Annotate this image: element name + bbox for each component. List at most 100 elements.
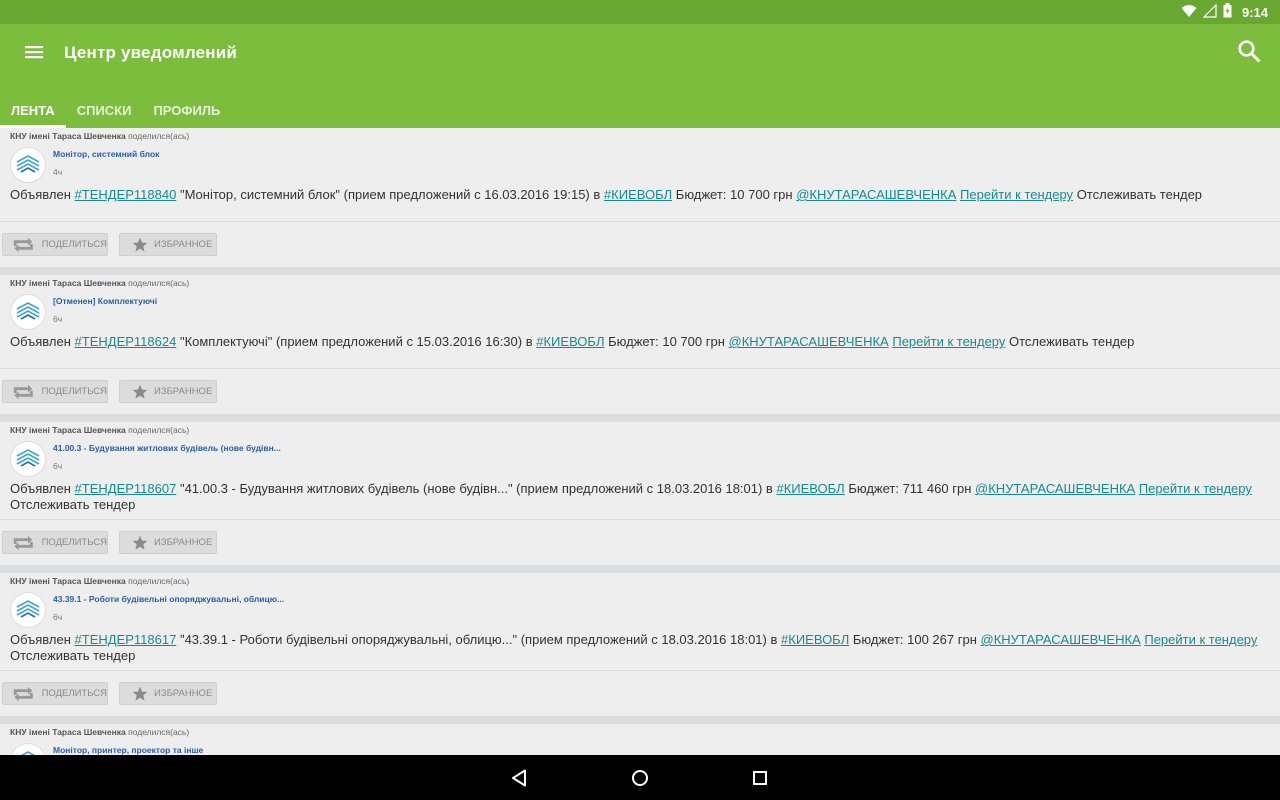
post-actions: ПОДЕЛИТЬСЯ ИЗБРАННОЕ: [0, 368, 1280, 414]
organization-link[interactable]: @КНУТАРАСАШЕВЧЕНКА: [796, 187, 956, 202]
repost-icon: [13, 535, 33, 550]
post-title[interactable]: 43.39.1 - Роботи будівельні опоряджуваль…: [53, 594, 284, 604]
shared-line: КНУ імені Тараса Шевченка поделился(ась): [10, 277, 1270, 290]
post-author[interactable]: КНУ імені Тараса Шевченка: [10, 131, 126, 141]
system-navigation-bar: [0, 755, 1280, 800]
post-title[interactable]: Монітор, системний блок: [53, 149, 159, 159]
avatar[interactable]: [10, 294, 46, 330]
search-button[interactable]: [1234, 38, 1264, 68]
post-time: 6ч: [53, 612, 63, 622]
avatar[interactable]: [10, 592, 46, 628]
share-button[interactable]: ПОДЕЛИТЬСЯ: [2, 380, 108, 403]
post-author[interactable]: КНУ імені Тараса Шевченка: [10, 576, 126, 586]
share-button[interactable]: ПОДЕЛИТЬСЯ: [2, 682, 108, 705]
region-hashtag-link[interactable]: #КИЕВОБЛ: [776, 481, 844, 496]
organization-link[interactable]: @КНУТАРАСАШЕВЧЕНКА: [981, 632, 1141, 647]
post-header: КНУ імені Тараса Шевченка поделился(ась)…: [0, 573, 1280, 628]
post-author[interactable]: КНУ імені Тараса Шевченка: [10, 425, 126, 435]
budget-text: Бюджет: 10 700 грн: [608, 334, 725, 349]
go-to-tender-link[interactable]: Перейти к тендеру: [1139, 481, 1252, 496]
share-button[interactable]: ПОДЕЛИТЬСЯ: [2, 531, 108, 554]
track-tender-text[interactable]: Отслеживать тендер: [1009, 334, 1134, 349]
announce-prefix: Объявлен: [10, 187, 71, 202]
avatar[interactable]: [10, 441, 46, 477]
share-button[interactable]: ПОДЕЛИТЬСЯ: [2, 233, 108, 256]
tender-description: "Комплектуючі" (прием предложений с 15.0…: [179, 334, 533, 349]
go-to-tender-link[interactable]: Перейти к тендеру: [960, 187, 1073, 202]
repost-icon: [13, 384, 33, 399]
search-icon: [1237, 39, 1261, 67]
home-circle-icon: [632, 770, 648, 786]
organization-link[interactable]: @КНУТАРАСАШЕВЧЕНКА: [975, 481, 1135, 496]
post-header: КНУ імені Тараса Шевченка поделился(ась)…: [0, 275, 1280, 330]
notification-feed[interactable]: КНУ імені Тараса Шевченка поделился(ась)…: [0, 128, 1280, 755]
budget-text: Бюджет: 711 460 грн: [848, 481, 972, 496]
region-hashtag-link[interactable]: #КИЕВОБЛ: [781, 632, 849, 647]
favorite-label: ИЗБРАННОЕ: [154, 537, 213, 548]
budget-text: Бюджет: 100 267 грн: [852, 632, 977, 647]
post-body: Объявлен #ТЕНДЕР118624 "Комплектуючі" (п…: [0, 330, 1280, 362]
track-tender-text[interactable]: Отслеживать тендер: [10, 497, 135, 512]
tab-feed[interactable]: ЛЕНТА: [0, 92, 66, 128]
favorite-label: ИЗБРАННОЕ: [154, 386, 213, 397]
status-time: 9:14: [1241, 4, 1268, 20]
track-tender-text[interactable]: Отслеживать тендер: [1077, 187, 1202, 202]
favorite-label: ИЗБРАННОЕ: [154, 239, 213, 250]
tender-hashtag-link[interactable]: #ТЕНДЕР118840: [75, 187, 177, 202]
avatar[interactable]: [10, 147, 46, 183]
post-title[interactable]: Монітор, принтер, проектор та інше: [53, 745, 203, 755]
tab-bar: ЛЕНТА СПИСКИ ПРОФИЛЬ: [0, 92, 231, 128]
post-actions: ПОДЕЛИТЬСЯ ИЗБРАННОЕ: [0, 519, 1280, 565]
shared-label: поделился(ась): [128, 278, 190, 288]
share-label: ПОДЕЛИТЬСЯ: [41, 537, 107, 548]
organization-link[interactable]: @КНУТАРАСАШЕВЧЕНКА: [729, 334, 889, 349]
track-tender-text[interactable]: Отслеживать тендер: [10, 648, 135, 663]
region-hashtag-link[interactable]: #КИЕВОБЛ: [536, 334, 604, 349]
post-author[interactable]: КНУ імені Тараса Шевченка: [10, 278, 126, 288]
recents-square-icon: [753, 771, 767, 785]
post-author[interactable]: КНУ імені Тараса Шевченка: [10, 727, 126, 737]
tender-description: "41.00.3 - Будування житлових будівель (…: [179, 481, 773, 496]
post-title[interactable]: [Отменен] Комплектуючі: [53, 296, 157, 306]
go-to-tender-link[interactable]: Перейти к тендеру: [892, 334, 1005, 349]
battery-icon: [1223, 3, 1232, 21]
favorite-label: ИЗБРАННОЕ: [154, 688, 213, 699]
tender-hashtag-link[interactable]: #ТЕНДЕР118607: [75, 481, 177, 496]
tender-hashtag-link[interactable]: #ТЕНДЕР118617: [75, 632, 177, 647]
go-to-tender-link[interactable]: Перейти к тендеру: [1144, 632, 1257, 647]
region-hashtag-link[interactable]: #КИЕВОБЛ: [604, 187, 672, 202]
favorite-button[interactable]: ИЗБРАННОЕ: [119, 233, 217, 256]
author-row: [Отменен] Комплектуючі 6ч: [10, 290, 1270, 330]
author-row: Монітор, принтер, проектор та інше: [10, 739, 1270, 755]
star-icon: [132, 384, 148, 399]
shared-line: КНУ імені Тараса Шевченка поделился(ась): [10, 726, 1270, 739]
repost-icon: [13, 237, 33, 252]
favorite-button[interactable]: ИЗБРАННОЕ: [119, 531, 217, 554]
shared-label: поделился(ась): [128, 576, 190, 586]
star-icon: [132, 686, 148, 701]
star-icon: [132, 237, 148, 252]
status-bar: 9:14: [0, 0, 1280, 24]
post-title[interactable]: 41.00.3 - Будування житлових будівель (н…: [53, 443, 281, 453]
favorite-button[interactable]: ИЗБРАННОЕ: [119, 682, 217, 705]
cellular-signal-icon: [1202, 3, 1217, 21]
avatar[interactable]: [10, 743, 46, 755]
back-button[interactable]: [507, 765, 533, 791]
tender-description: "Монітор, системний блок" (прием предлож…: [179, 187, 601, 202]
hamburger-menu-icon: [24, 44, 44, 64]
author-row: 41.00.3 - Будування житлових будівель (н…: [10, 437, 1270, 477]
feed-post: КНУ імені Тараса Шевченка поделился(ась)…: [0, 724, 1280, 755]
share-label: ПОДЕЛИТЬСЯ: [41, 386, 107, 397]
tab-lists[interactable]: СПИСКИ: [66, 92, 143, 128]
menu-button[interactable]: [20, 40, 48, 68]
recents-button[interactable]: [747, 765, 773, 791]
feed-post: КНУ імені Тараса Шевченка поделился(ась)…: [0, 573, 1280, 724]
home-button[interactable]: [627, 765, 653, 791]
shared-line: КНУ імені Тараса Шевченка поделился(ась): [10, 424, 1270, 437]
tab-profile[interactable]: ПРОФИЛЬ: [142, 92, 231, 128]
post-actions: ПОДЕЛИТЬСЯ ИЗБРАННОЕ: [0, 221, 1280, 267]
feed-post: КНУ імені Тараса Шевченка поделился(ась)…: [0, 128, 1280, 275]
tender-hashtag-link[interactable]: #ТЕНДЕР118624: [75, 334, 177, 349]
favorite-button[interactable]: ИЗБРАННОЕ: [119, 380, 217, 403]
shared-line: КНУ імені Тараса Шевченка поделился(ась): [10, 575, 1270, 588]
